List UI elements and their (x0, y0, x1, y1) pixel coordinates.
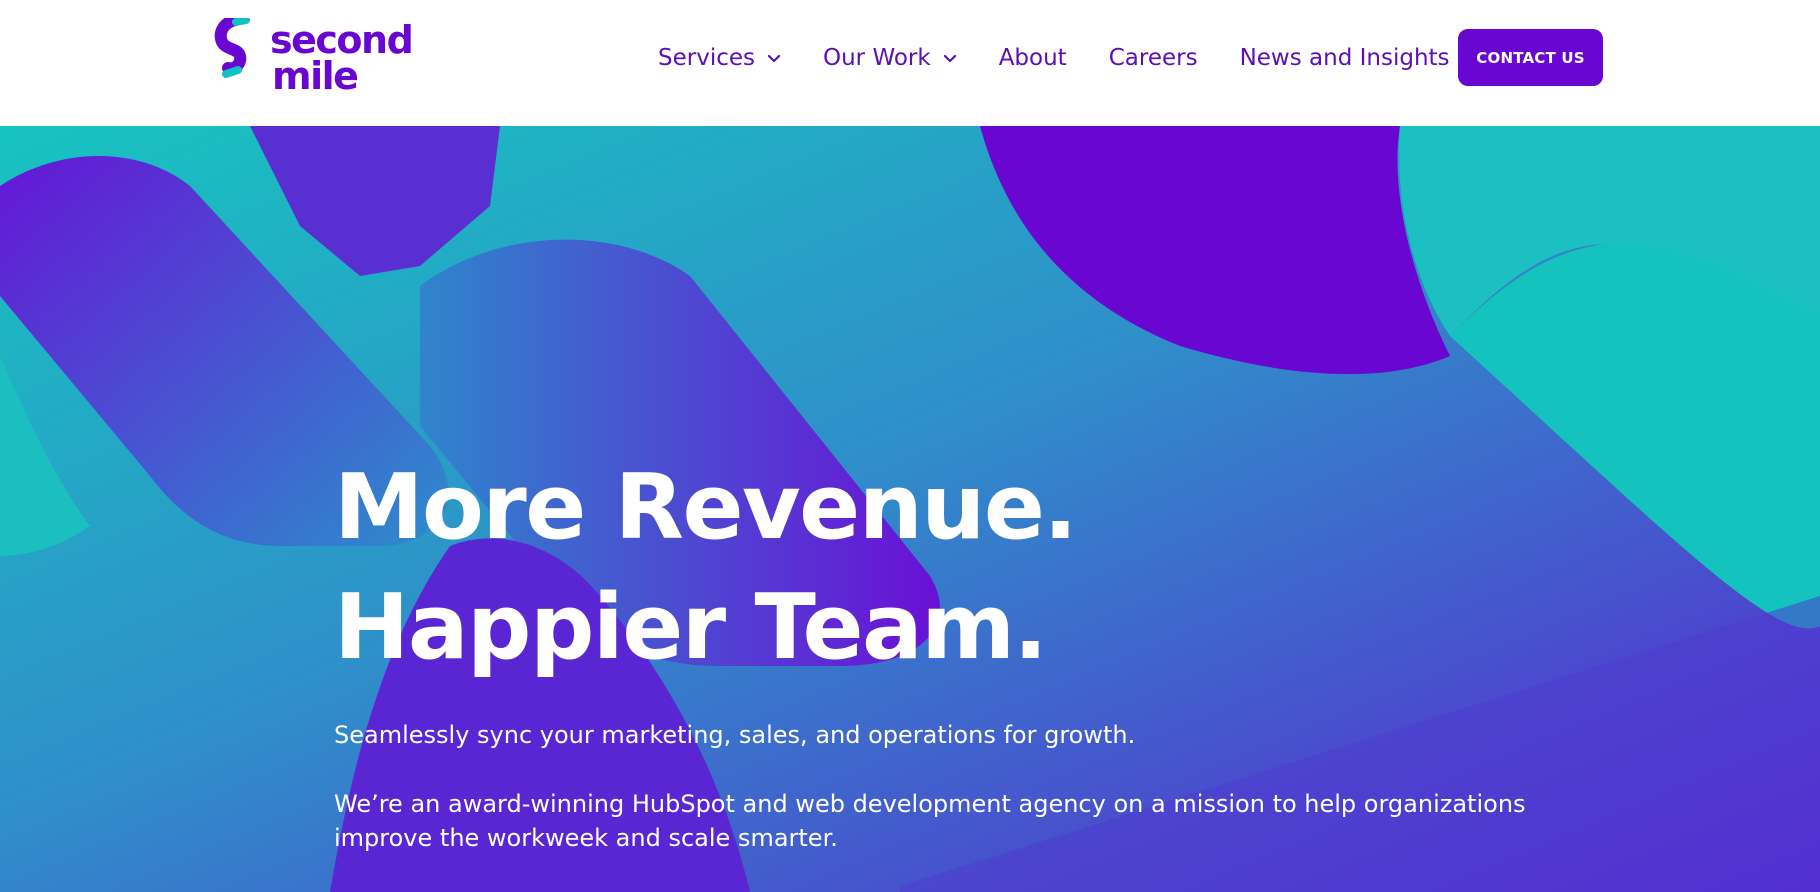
main-nav: Services Our Work About Careers News and… (658, 0, 1492, 116)
chevron-down-icon (943, 54, 956, 63)
contact-us-button[interactable]: CONTACT US (1458, 29, 1603, 86)
hero-title-line-1: More Revenue. (334, 455, 1078, 560)
hero-section: More Revenue. Happier Team. Seamlessly s… (0, 126, 1820, 892)
logo-mark-icon (214, 18, 250, 78)
hero-headline: More Revenue. Happier Team. (334, 448, 1534, 688)
nav-item-label: Careers (1108, 45, 1198, 71)
hero-description: We’re an award-winning HubSpot and web d… (334, 790, 1526, 852)
hero-subtitle: Seamlessly sync your marketing, sales, a… (334, 721, 1136, 749)
nav-item-label: About (998, 45, 1067, 71)
logo[interactable]: second mile (214, 18, 414, 100)
nav-item-services[interactable]: Services (658, 45, 781, 71)
hero-title-line-2: Happier Team. (334, 575, 1048, 680)
nav-item-our-work[interactable]: Our Work (823, 45, 957, 71)
hero-title: More Revenue. Happier Team. (334, 448, 1534, 688)
nav-item-about[interactable]: About (999, 45, 1067, 71)
nav-item-label: Our Work (823, 45, 931, 71)
nav-item-news-and-insights[interactable]: News and Insights (1240, 45, 1450, 71)
site-header: second mile Services Our Work About Care… (0, 0, 1820, 126)
logo-text: second mile (270, 21, 414, 98)
nav-item-careers[interactable]: Careers (1109, 45, 1198, 71)
nav-item-label: Services (658, 45, 755, 71)
logo-line-2: mile (272, 54, 359, 98)
chevron-down-icon (767, 54, 781, 63)
nav-item-label: News and Insights (1239, 45, 1450, 71)
